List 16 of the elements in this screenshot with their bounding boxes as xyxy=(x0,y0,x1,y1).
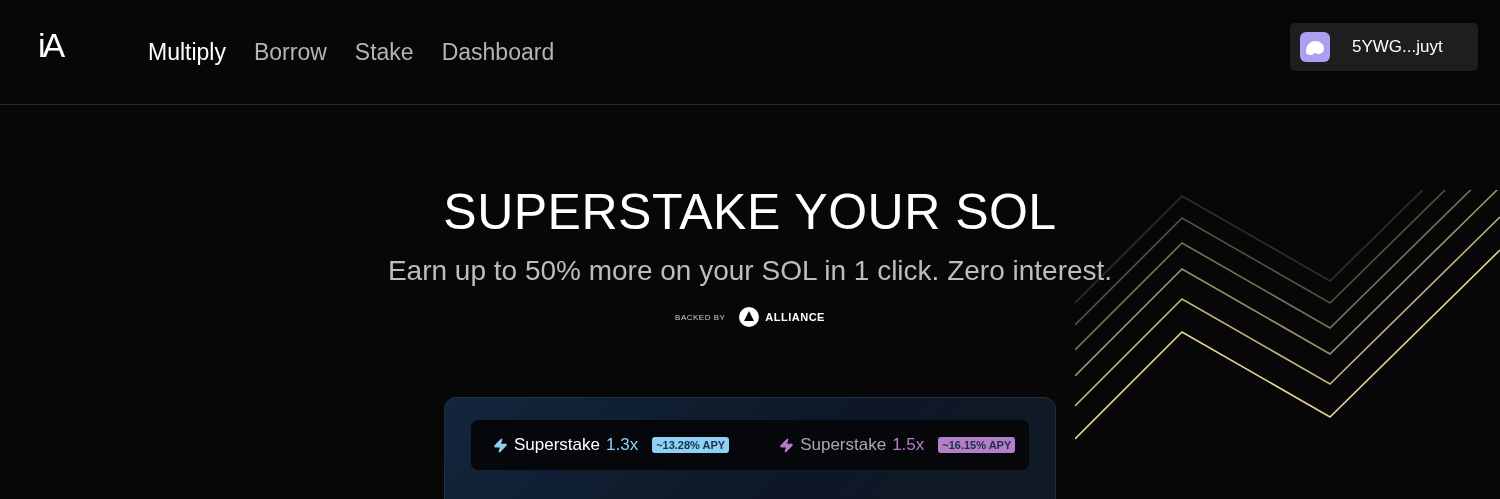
logo[interactable]: iA xyxy=(38,25,148,65)
nav-link[interactable]: Stake xyxy=(354,38,414,66)
superstake-option[interactable]: Superstake 1.3x ~13.28% APY xyxy=(493,435,730,455)
partner-logo-icon xyxy=(739,307,760,327)
hero-title: SUPERSTAKE YOUR SOL xyxy=(443,183,1057,241)
backed-by-label: BACKED BY xyxy=(675,312,726,322)
bolt-icon xyxy=(779,437,795,453)
nav-link[interactable]: Dashboard xyxy=(441,38,555,66)
bolt-icon xyxy=(493,437,508,453)
ghost-icon xyxy=(1300,32,1330,62)
superstake-option[interactable]: Superstake 1.5x ~16.15% APY xyxy=(779,435,1016,455)
hero-subtitle: Earn up to 50% more on your SOL in 1 click. Zero interest. xyxy=(387,255,1113,287)
nav-link[interactable]: Multiply xyxy=(148,38,226,66)
nav-link[interactable]: Borrow xyxy=(253,38,327,66)
partner-name: ALLIANCE xyxy=(765,311,825,323)
wallet-button[interactable]: 5YWG...juyt xyxy=(1290,23,1478,71)
